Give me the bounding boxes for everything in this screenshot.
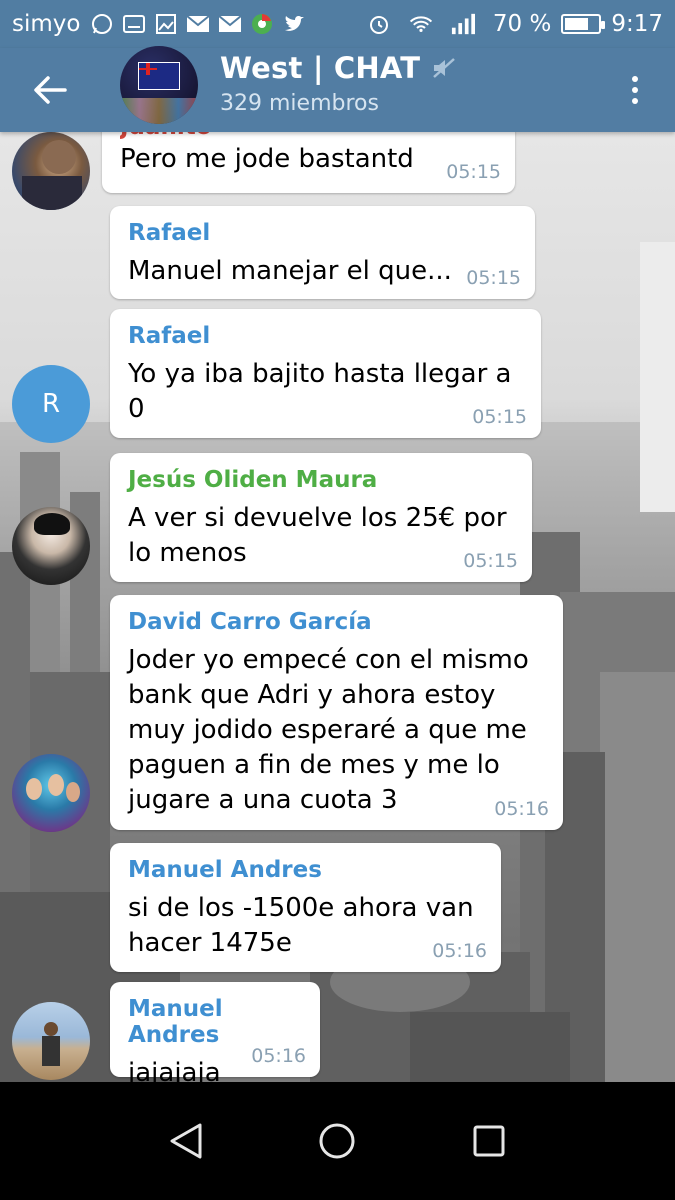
chat-title: West | CHAT <box>220 50 421 85</box>
sender-name: Jesús Oliden Maura <box>128 467 378 493</box>
message-time: 05:15 <box>446 161 501 183</box>
message-time: 05:16 <box>251 1045 306 1067</box>
arrow-back-icon <box>34 76 67 104</box>
clock: 9:17 <box>611 11 663 37</box>
avatar[interactable] <box>12 754 90 832</box>
message-list[interactable]: Juanito Pero me jode bastantd 05:15 Rafa… <box>0 132 675 1082</box>
message-time: 05:16 <box>432 940 487 962</box>
message-time: 05:15 <box>466 267 521 289</box>
more-options-button[interactable] <box>595 48 675 132</box>
message-bubble[interactable]: David Carro García Joder yo empecé con e… <box>110 595 563 830</box>
avatar[interactable] <box>12 132 90 210</box>
battery-fill <box>565 18 588 30</box>
flag-image <box>138 62 180 90</box>
message-text: Manuel manejar el que... <box>128 256 452 286</box>
message-text: Joder yo empecé con el mismo bank que Ad… <box>128 645 529 815</box>
message-bubble[interactable]: Manuel Andres si de los -1500e ahora van… <box>110 843 501 972</box>
system-navigation-bar <box>0 1082 675 1200</box>
message-bubble[interactable]: Manuel Andres jajajaja 05:16 <box>110 982 320 1082</box>
alarm-icon <box>367 12 391 36</box>
avatar[interactable] <box>12 507 90 585</box>
keyboard-icon <box>122 12 146 36</box>
chrome-icon <box>250 12 274 36</box>
message-time: 05:16 <box>494 798 549 820</box>
battery-icon <box>561 14 606 34</box>
avatar-initial: R <box>41 389 61 419</box>
sender-name: Manuel Andres <box>128 996 223 1048</box>
sender-name: Rafael <box>128 220 211 246</box>
status-bar: simyo 70 % 9:17 <box>0 0 675 48</box>
message-bubble[interactable]: Rafael Yo ya iba bajito hasta llegar a 0… <box>110 309 541 438</box>
avatar[interactable]: R <box>12 365 90 443</box>
nav-home-icon <box>319 1123 355 1159</box>
nav-back-icon <box>170 1123 202 1159</box>
image-icon <box>154 12 178 36</box>
nav-recents-button[interactable] <box>459 1111 519 1171</box>
message-text: Yo ya iba bajito hasta llegar a 0 <box>128 359 512 424</box>
message-bubble[interactable]: Jesús Oliden Maura A ver si devuelve los… <box>110 453 532 582</box>
nav-back-button[interactable] <box>156 1111 216 1171</box>
message-bubble[interactable]: Rafael Manuel manejar el que... 05:15 <box>110 206 535 299</box>
message-time: 05:15 <box>472 406 527 428</box>
sender-name: Manuel Andres <box>128 857 322 883</box>
nav-home-button[interactable] <box>307 1111 367 1171</box>
mail-icon <box>218 12 242 36</box>
nav-recents-icon <box>473 1125 505 1157</box>
whatsapp-icon <box>90 12 114 36</box>
message-text: Pero me jode bastantd <box>120 144 414 174</box>
battery-percent: 70 % <box>492 11 552 37</box>
signal-icon <box>451 12 475 36</box>
message-bubble[interactable]: Juanito Pero me jode bastantd 05:15 <box>102 132 515 193</box>
carrier-name: simyo <box>12 11 81 37</box>
message-text: A ver si devuelve los 25€ por lo menos <box>128 503 507 568</box>
twitter-icon <box>282 12 306 36</box>
member-count: 329 miembros <box>220 90 379 116</box>
sender-name: David Carro García <box>128 609 372 635</box>
mail-icon <box>186 12 210 36</box>
message-time: 05:15 <box>463 550 518 572</box>
avatar[interactable] <box>12 1002 90 1080</box>
sender-name: Rafael <box>128 323 211 349</box>
back-button[interactable] <box>0 48 100 132</box>
more-vert-icon <box>632 76 638 82</box>
group-avatar[interactable] <box>120 46 198 124</box>
wifi-icon <box>409 12 433 36</box>
sender-name: Juanito <box>120 132 497 140</box>
chat-title-block[interactable]: West | CHAT 329 miembros <box>220 51 458 116</box>
mute-icon <box>433 57 456 78</box>
chat-header: West | CHAT 329 miembros <box>0 46 675 132</box>
